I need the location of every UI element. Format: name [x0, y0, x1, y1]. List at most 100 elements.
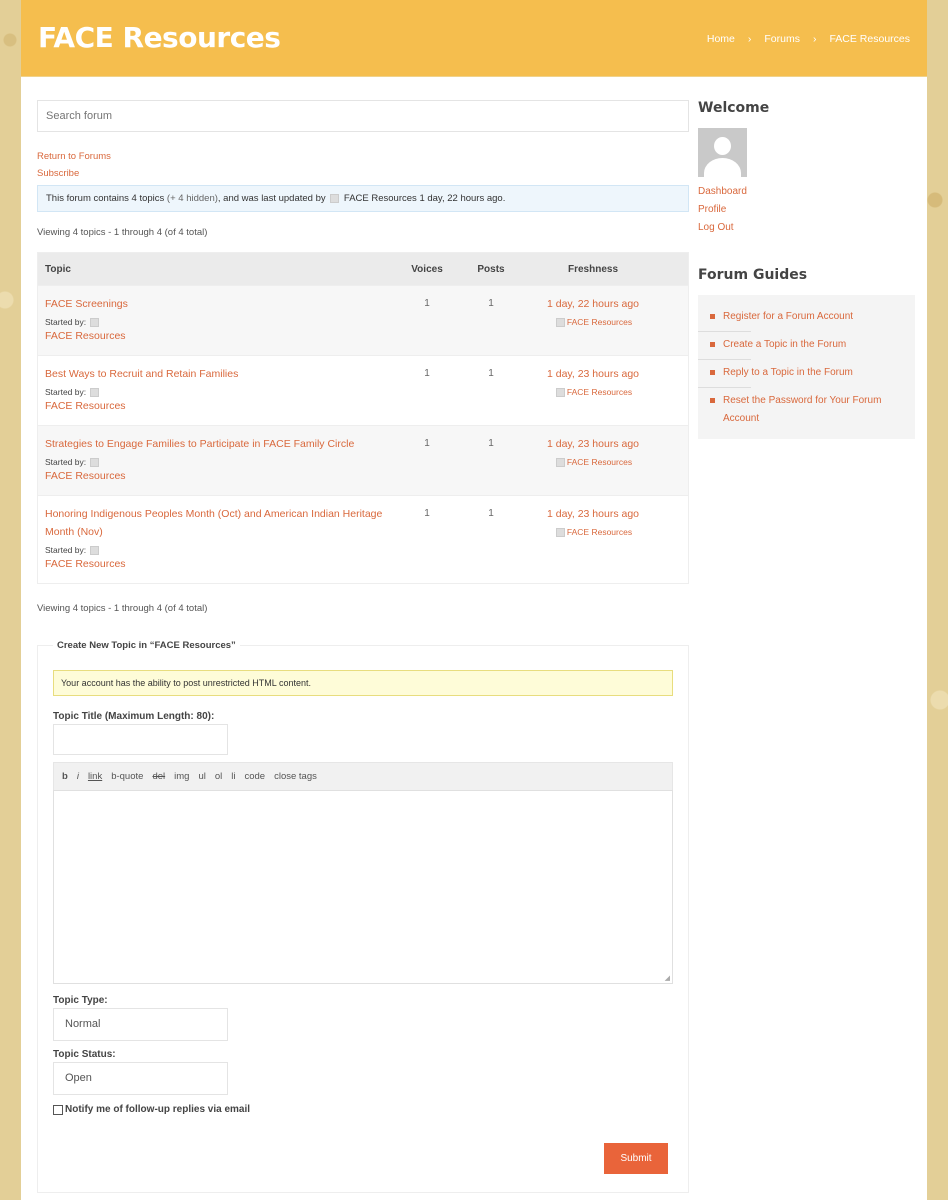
avatar-icon [555, 388, 565, 397]
bullet-icon [710, 370, 715, 375]
topic-status-select[interactable]: Open [53, 1062, 228, 1095]
user-avatar[interactable] [698, 128, 747, 177]
hidden-count: (+ 4 hidden) [166, 193, 218, 204]
resize-handle-icon[interactable]: ◢ [665, 974, 670, 982]
topic-title-label: Topic Title (Maximum Length: 80): [53, 711, 215, 722]
notice-author[interactable]: FACE Resources [344, 193, 417, 204]
bullet-icon [710, 342, 715, 347]
create-topic-legend: Create New Topic in “FACE Resources” [57, 640, 236, 651]
started-by-label: Started by: [45, 317, 87, 327]
subscribe-link[interactable]: Subscribe [37, 168, 689, 179]
notify-label[interactable]: Notify me of follow-up replies via email [65, 1104, 250, 1115]
forum-info-notice: This forum contains 4 topics (+ 4 hidden… [37, 185, 689, 212]
close-tags-button[interactable]: close tags [274, 771, 317, 782]
started-by-label: Started by: [45, 545, 87, 555]
author-link[interactable]: FACE Resources [45, 467, 394, 485]
code-button[interactable]: code [244, 771, 265, 782]
voices-count: 1 [424, 368, 430, 379]
guide-link[interactable]: Register for a Forum Account [723, 308, 853, 326]
img-button[interactable]: img [174, 771, 189, 782]
breadcrumb-current: FACE Resources [829, 33, 910, 45]
ul-button[interactable]: ul [198, 771, 205, 782]
freshness-author-link[interactable]: FACE Resources [567, 527, 632, 537]
italic-button[interactable]: i [77, 771, 79, 782]
avatar-icon [555, 318, 565, 327]
main-content: Return to Forums Subscribe This forum co… [37, 100, 689, 1193]
avatar-icon [555, 458, 565, 467]
bold-button[interactable]: b [62, 771, 68, 782]
table-header: Topic Voices Posts Freshness [38, 253, 688, 285]
posts-count: 1 [488, 508, 494, 519]
editor-toolbar: b i link b-quote del img ul ol li code c… [53, 762, 673, 790]
return-to-forums-link[interactable]: Return to Forums [37, 151, 689, 162]
pagination-count: Viewing 4 topics - 1 through 4 (of 4 tot… [37, 227, 208, 238]
started-by: Started by: FACE Resources [45, 457, 394, 485]
freshness-author-link[interactable]: FACE Resources [567, 317, 632, 327]
voices-count: 1 [424, 508, 430, 519]
page: FACE Resources Home › Forums › FACE Reso… [21, 0, 927, 1200]
avatar-icon [90, 318, 100, 327]
started-by-label: Started by: [45, 457, 87, 467]
posts-count: 1 [488, 298, 494, 309]
avatar-icon [330, 194, 340, 203]
avatar-icon [90, 458, 100, 467]
search-input[interactable] [37, 100, 689, 132]
topic-title-input[interactable] [53, 724, 228, 755]
topic-type-select[interactable]: Normal [53, 1008, 228, 1041]
voices-count: 1 [424, 298, 430, 309]
topic-type-label: Topic Type: [53, 995, 108, 1006]
pagination-count-bottom: Viewing 4 topics - 1 through 4 (of 4 tot… [37, 603, 208, 614]
topics-table: Topic Voices Posts Freshness FACE Screen… [37, 252, 689, 584]
list-item: Create a Topic in the Forum [698, 331, 915, 359]
li-button[interactable]: li [231, 771, 235, 782]
notify-checkbox[interactable] [53, 1104, 63, 1115]
blockquote-button[interactable]: b-quote [111, 771, 143, 782]
table-row: Strategies to Engage Families to Partici… [38, 425, 688, 495]
header-posts: Posts [477, 263, 505, 275]
html-notice: Your account has the ability to post unr… [53, 670, 673, 696]
topic-link[interactable]: Strategies to Engage Families to Partici… [45, 435, 394, 453]
avatar-icon [555, 528, 565, 537]
guide-link[interactable]: Reply to a Topic in the Forum [723, 364, 853, 382]
table-row: Best Ways to Recruit and Retain Families… [38, 355, 688, 425]
avatar-icon [90, 546, 100, 555]
topic-link[interactable]: Honoring Indigenous Peoples Month (Oct) … [45, 505, 384, 541]
freshness-author-link[interactable]: FACE Resources [567, 457, 632, 467]
submit-button[interactable]: Submit [604, 1143, 668, 1174]
logout-link[interactable]: Log Out [698, 219, 915, 237]
author-link[interactable]: FACE Resources [45, 555, 384, 573]
del-button[interactable]: del [152, 771, 165, 782]
breadcrumb-forums[interactable]: Forums [764, 33, 800, 45]
list-item: Register for a Forum Account [698, 303, 915, 331]
freshness-link[interactable]: 1 day, 23 hours ago [522, 365, 664, 383]
topic-link[interactable]: FACE Screenings [45, 295, 394, 313]
freshness-link[interactable]: 1 day, 23 hours ago [522, 435, 664, 453]
table-row: Honoring Indigenous Peoples Month (Oct) … [38, 495, 688, 583]
bullet-icon [710, 314, 715, 319]
notice-text-middle: , and was last updated by [217, 193, 326, 204]
freshness-author-link[interactable]: FACE Resources [567, 387, 632, 397]
guide-link[interactable]: Create a Topic in the Forum [723, 336, 846, 354]
link-button[interactable]: link [88, 771, 102, 782]
freshness-link[interactable]: 1 day, 22 hours ago [522, 295, 664, 313]
guide-link[interactable]: Reset the Password for Your Forum Accoun… [723, 392, 905, 428]
forum-guides-list: Register for a Forum Account Create a To… [698, 295, 915, 439]
notify-option: Notify me of follow-up replies via email [53, 1104, 673, 1115]
topic-content-textarea[interactable]: ◢ [53, 790, 673, 984]
topic-link[interactable]: Best Ways to Recruit and Retain Families [45, 365, 394, 383]
header-voices: Voices [411, 263, 443, 275]
profile-link[interactable]: Profile [698, 201, 915, 219]
started-by: Started by: FACE Resources [45, 317, 394, 345]
author-link[interactable]: FACE Resources [45, 327, 394, 345]
dashboard-link[interactable]: Dashboard [698, 183, 915, 201]
avatar-icon [90, 388, 100, 397]
started-by: Started by: FACE Resources [45, 387, 394, 415]
header-topic: Topic [45, 263, 71, 275]
page-title: FACE Resources [38, 21, 281, 54]
ol-button[interactable]: ol [215, 771, 222, 782]
breadcrumb-home[interactable]: Home [707, 33, 735, 45]
author-link[interactable]: FACE Resources [45, 397, 394, 415]
header-freshness: Freshness [567, 263, 619, 275]
freshness-link[interactable]: 1 day, 23 hours ago [522, 505, 664, 523]
list-item: Reply to a Topic in the Forum [698, 359, 915, 387]
